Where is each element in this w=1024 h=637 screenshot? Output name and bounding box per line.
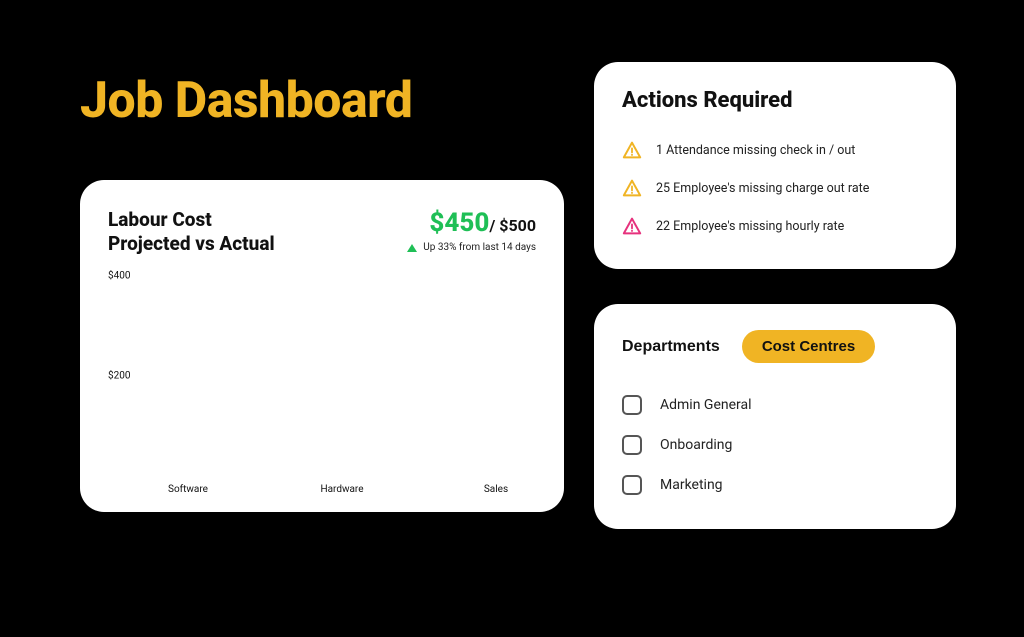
labour-title-line2: Projected vs Actual [108, 232, 275, 255]
labour-cost-card: Labour Cost Projected vs Actual $450/ $5… [80, 180, 564, 512]
labour-sub-text: Up 33% from last 14 days [423, 242, 536, 253]
list-item: Marketing [622, 465, 928, 505]
warning-icon [622, 141, 642, 159]
page-title: Job Dashboard [80, 72, 412, 130]
labour-title-line1: Labour Cost [108, 208, 212, 231]
labour-denominator: / $500 [489, 216, 536, 235]
y-tick-200: $200 [108, 370, 130, 381]
checkbox-label: Marketing [660, 477, 723, 493]
list-item: Onboarding [622, 425, 928, 465]
y-tick-400: $400 [108, 270, 130, 281]
action-item[interactable]: 1 Attendance missing check in / out [622, 131, 928, 169]
departments-card: Departments Cost Centres Admin General On… [594, 304, 956, 529]
checkbox[interactable] [622, 435, 642, 455]
x-tick: Hardware [312, 484, 372, 495]
actions-required-card: Actions Required 1 Attendance missing ch… [594, 62, 956, 269]
tab-cost-centres[interactable]: Cost Centres [742, 330, 875, 363]
x-tick: Sales [466, 484, 526, 495]
checkbox-label: Onboarding [660, 437, 732, 453]
trend-up-icon [407, 244, 417, 252]
list-item: Admin General [622, 385, 928, 425]
warning-icon [622, 217, 642, 235]
action-item[interactable]: 22 Employee's missing hourly rate [622, 207, 928, 245]
checkbox-label: Admin General [660, 397, 752, 413]
warning-icon [622, 179, 642, 197]
labour-sub: Up 33% from last 14 days [407, 242, 536, 253]
x-axis-labels: Software Hardware Sales [108, 476, 536, 495]
checkbox[interactable] [622, 475, 642, 495]
action-text: 22 Employee's missing hourly rate [656, 219, 844, 234]
actions-title: Actions Required [622, 88, 928, 113]
labour-title: Labour Cost Projected vs Actual [108, 208, 275, 256]
action-item[interactable]: 25 Employee's missing charge out rate [622, 169, 928, 207]
labour-value: $450 [429, 208, 489, 238]
labour-chart: $400 $200 [108, 276, 536, 476]
tab-departments[interactable]: Departments [622, 338, 720, 356]
dept-tabs: Departments Cost Centres [622, 330, 928, 363]
action-text: 1 Attendance missing check in / out [656, 143, 855, 158]
x-tick: Software [158, 484, 218, 495]
labour-header: Labour Cost Projected vs Actual $450/ $5… [108, 208, 536, 256]
action-text: 25 Employee's missing charge out rate [656, 181, 869, 196]
checkbox[interactable] [622, 395, 642, 415]
labour-metric: $450/ $500 Up 33% from last 14 days [407, 208, 536, 253]
